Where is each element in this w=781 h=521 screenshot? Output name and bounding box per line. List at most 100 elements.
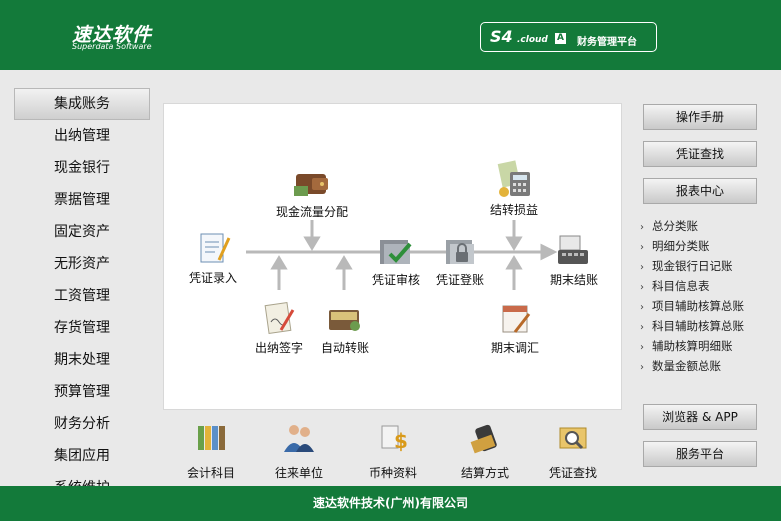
- accounting-flow-panel: 现金流量分配 结转损益 凭证录入 凭证审核 凭证登账 期末结账 出纳签字 自动转…: [163, 103, 622, 410]
- browser-app-button[interactable]: 浏览器 & APP: [643, 404, 757, 430]
- document-pen-icon: [200, 233, 231, 263]
- report-item-label: 辅助核算明细账: [652, 339, 733, 353]
- flow-node-transferpl[interactable]: 结转损益: [474, 158, 554, 218]
- flow-label-voucherpost: 凭证登账: [435, 273, 484, 287]
- report-item-label: 项目辅助核算总账: [652, 299, 744, 313]
- cash-register-icon: [558, 235, 588, 264]
- service-platform-button[interactable]: 服务平台: [643, 441, 757, 467]
- sidebar-item-fixed-assets[interactable]: 固定资产: [14, 216, 150, 248]
- sidebar-item-inventory[interactable]: 存货管理: [14, 312, 150, 344]
- tool-currency[interactable]: $ 币种资料: [353, 420, 433, 481]
- magnifier-folder-icon: [559, 427, 587, 450]
- flow-arrow-transferpl: [505, 236, 523, 251]
- flow-label-periodadjust: 期末调汇: [490, 341, 539, 355]
- sidebar-item-payroll[interactable]: 工资管理: [14, 280, 150, 312]
- product-brand-box: S4 .cloud A 财务管理平台: [480, 22, 657, 52]
- flow-arrow-autotransfer: [335, 255, 353, 270]
- flow-label-voucherentry: 凭证录入: [188, 271, 237, 285]
- report-item-project-aux-ledger[interactable]: › 项目辅助核算总账: [640, 296, 780, 316]
- report-item-quantity-amount[interactable]: › 数量金额总账: [640, 356, 780, 376]
- chevron-right-icon: ›: [640, 302, 644, 313]
- app-header: 速达软件 Superdata Software S4 .cloud A 财务管理…: [0, 0, 781, 70]
- brand-badge: A: [555, 33, 566, 44]
- folder-lock-icon: [446, 240, 474, 264]
- tool-label-accounts: 会计科目: [186, 466, 235, 480]
- chevron-right-icon: ›: [640, 322, 644, 333]
- chevron-right-icon: ›: [640, 242, 644, 253]
- flow-label-autotransfer: 自动转账: [320, 341, 369, 355]
- flow-label-cashflow: 现金流量分配: [275, 205, 348, 219]
- flow-node-periodclose[interactable]: 期末结账: [542, 232, 606, 288]
- sidebar: 集成账务 出纳管理 现金银行 票据管理 固定资产 无形资产 工资管理 存货管理 …: [14, 88, 150, 486]
- report-item-label: 科目信息表: [652, 279, 710, 293]
- report-item-account-info[interactable]: › 科目信息表: [640, 276, 780, 296]
- flow-node-voucheraudit[interactable]: 凭证审核: [364, 234, 428, 288]
- people-icon: [284, 425, 314, 452]
- sidebar-item-budget[interactable]: 预算管理: [14, 376, 150, 408]
- chevron-right-icon: ›: [640, 282, 644, 293]
- chevron-right-icon: ›: [640, 222, 644, 233]
- report-item-label: 总分类账: [652, 219, 698, 233]
- folder-check-icon: [380, 240, 412, 264]
- logo-subtext: Superdata Software: [72, 42, 152, 51]
- sidebar-item-cash-bank[interactable]: 现金银行: [14, 152, 150, 184]
- chevron-right-icon: ›: [640, 262, 644, 273]
- flow-arrow-periodadjust: [505, 255, 523, 270]
- brand-s4: S4: [490, 27, 513, 46]
- calculator-money-icon: [497, 160, 530, 197]
- sidebar-item-intangible-assets[interactable]: 无形资产: [14, 248, 150, 280]
- manual-button[interactable]: 操作手册: [643, 104, 757, 130]
- tool-settlement[interactable]: 结算方式: [445, 420, 525, 481]
- tool-label-currency: 币种资料: [368, 466, 417, 480]
- flow-label-cashiersign: 出纳签字: [254, 341, 303, 355]
- voucher-query-button[interactable]: 凭证查找: [643, 141, 757, 167]
- sidebar-item-integrated-accounting[interactable]: 集成账务: [14, 88, 150, 120]
- sidebar-item-system[interactable]: 系统维护: [14, 472, 150, 486]
- tool-voucher-query[interactable]: 凭证查找: [533, 420, 613, 481]
- report-item-label: 明细分类账: [652, 239, 710, 253]
- flow-label-voucheraudit: 凭证审核: [371, 273, 420, 287]
- calendar-pen-icon: [502, 305, 531, 333]
- brand-title: 财务管理平台: [577, 37, 637, 48]
- chevron-right-icon: ›: [640, 362, 644, 373]
- tool-label-partners: 往来单位: [274, 466, 323, 480]
- flow-node-autotransfer[interactable]: 自动转账: [310, 300, 380, 356]
- binders-icon: [198, 426, 225, 450]
- brand-cloud: .cloud: [517, 35, 548, 45]
- report-item-cash-bank-journal[interactable]: › 现金银行日记账: [640, 256, 780, 276]
- bottom-toolbar: 会计科目 往来单位 $ 币种资料 结算方式 凭证查找: [163, 410, 622, 486]
- flow-label-periodclose: 期末结账: [549, 273, 598, 287]
- flow-arrow-cashiersign: [270, 255, 288, 270]
- sidebar-item-bills[interactable]: 票据管理: [14, 184, 150, 216]
- report-item-aux-detail[interactable]: › 辅助核算明细账: [640, 336, 780, 356]
- tool-partners[interactable]: 往来单位: [259, 420, 339, 481]
- flow-node-periodadjust[interactable]: 期末调汇: [480, 300, 550, 356]
- flow-node-voucherentry[interactable]: 凭证录入: [178, 230, 248, 286]
- footer: 速达软件技术(广州)有限公司: [0, 486, 781, 521]
- report-item-label: 现金银行日记账: [652, 259, 733, 273]
- chevron-right-icon: ›: [640, 342, 644, 353]
- footer-company: 速达软件技术(广州)有限公司: [313, 496, 468, 510]
- flow-node-cashflow[interactable]: 现金流量分配: [262, 166, 362, 220]
- sidebar-item-financial-analysis[interactable]: 财务分析: [14, 408, 150, 440]
- sidebar-item-group[interactable]: 集团应用: [14, 440, 150, 472]
- report-list: › 总分类账 › 明细分类账 › 现金银行日记账 › 科目信息表 › 项目辅助核算总账 ›…: [640, 216, 780, 376]
- money-transfer-icon: [329, 310, 360, 331]
- tool-label-settlement: 结算方式: [460, 466, 509, 480]
- svg-text:$: $: [394, 429, 408, 453]
- flow-node-voucherpost[interactable]: 凭证登账: [428, 234, 492, 288]
- currency-icon: $: [381, 425, 408, 453]
- sidebar-item-period-end[interactable]: 期末处理: [14, 344, 150, 376]
- report-item-label: 数量金额总账: [652, 359, 721, 373]
- wallet-icon: [294, 174, 328, 196]
- sidebar-item-cashier[interactable]: 出纳管理: [14, 120, 150, 152]
- signature-paper-icon: [264, 302, 295, 334]
- flow-node-cashiersign[interactable]: 出纳签字: [244, 300, 314, 356]
- report-item-detail-ledger[interactable]: › 明细分类账: [640, 236, 780, 256]
- report-item-label: 科目辅助核算总账: [652, 319, 744, 333]
- report-item-general-ledger[interactable]: › 总分类账: [640, 216, 780, 236]
- tool-accounts[interactable]: 会计科目: [171, 420, 251, 481]
- report-item-account-aux-ledger[interactable]: › 科目辅助核算总账: [640, 316, 780, 336]
- report-center-button[interactable]: 报表中心: [643, 178, 757, 204]
- flow-arrow-cashflow: [303, 236, 321, 251]
